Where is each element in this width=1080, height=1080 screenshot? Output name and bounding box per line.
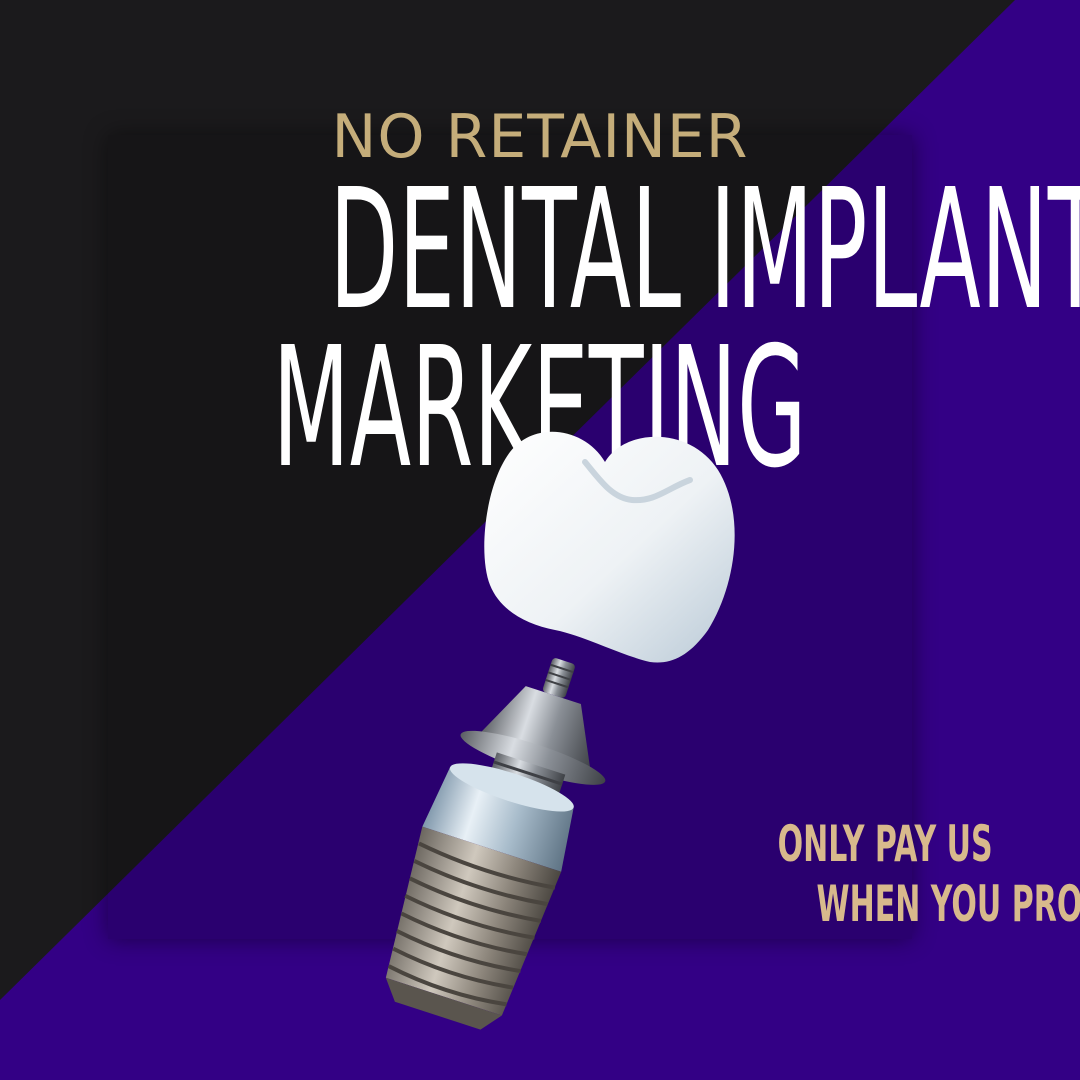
promo-line-2: WHEN YOU PROFIT! <box>706 874 1080 934</box>
promo-line-1: ONLY PAY US <box>706 814 1036 874</box>
promo-line-1-text: ONLY PAY US <box>777 815 993 873</box>
implant-screw-icon <box>385 763 574 1030</box>
tooth-crown-icon <box>484 431 735 663</box>
ad-canvas: NO RETAINER DENTAL IMPLANT MARKETING ONL… <box>0 0 1080 1080</box>
promo-line-2-text: WHEN YOU PROFIT! <box>816 875 1080 933</box>
